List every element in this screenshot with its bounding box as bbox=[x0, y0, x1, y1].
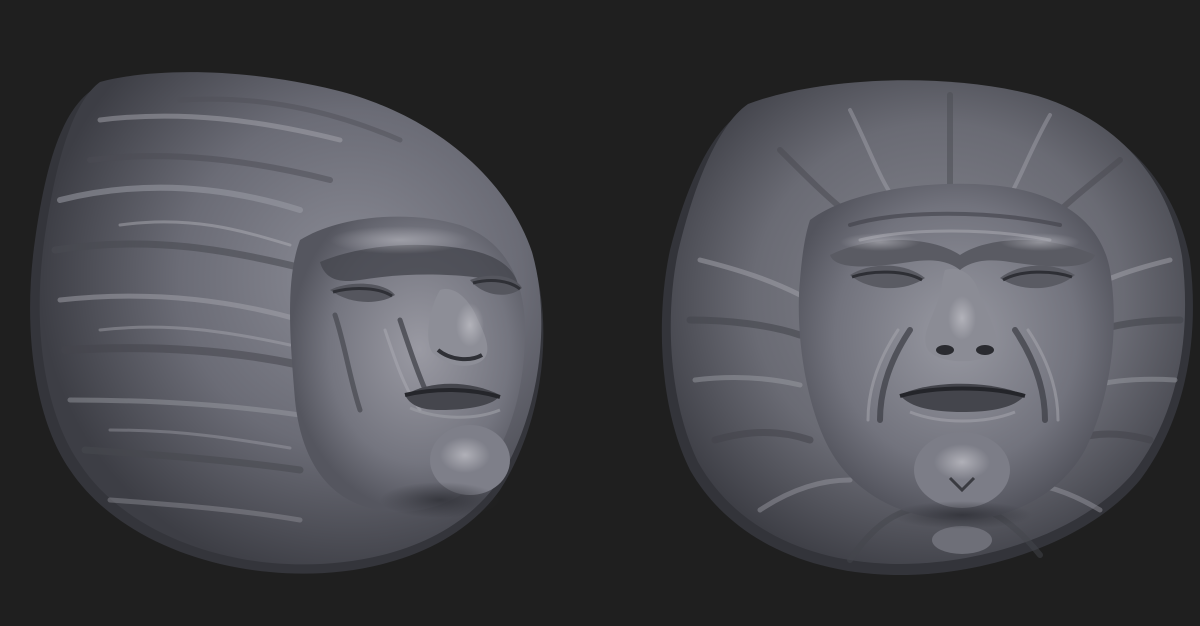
right-face-sculpt[interactable] bbox=[661, 80, 1193, 576]
sculpt-viewport[interactable] bbox=[0, 0, 1200, 626]
left-face-sculpt[interactable] bbox=[30, 72, 544, 574]
viewport-canvas bbox=[30, 72, 1193, 576]
